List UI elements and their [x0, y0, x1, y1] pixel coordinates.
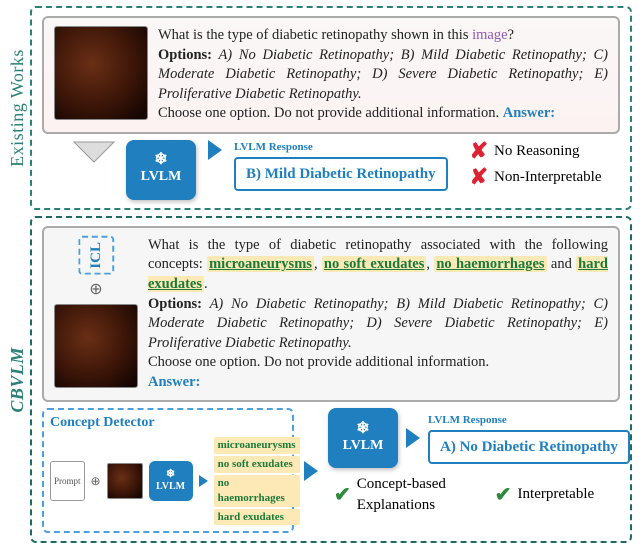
sep-and: and — [547, 256, 577, 272]
cbvlm-output: ❄ LVLM LVLM Response A) No Diabetic Reti… — [328, 408, 630, 533]
concept-out-4: hard exudates — [214, 509, 300, 526]
lvlm-block: ❄ LVLM — [126, 140, 196, 200]
lvlm-block-sm: ❄ LVLM — [149, 461, 193, 501]
answer-word: Answer: — [148, 374, 200, 390]
adv-2: ✔ Interpretable — [495, 474, 594, 515]
oplus-icon: ⊕ — [89, 279, 102, 301]
concept-output-row: Concept Detector Prompt ⊕ ❄ LVLM microan… — [42, 408, 620, 533]
adv-list: ✔ Concept-based Explanations ✔ Interpretab… — [334, 474, 630, 515]
snowflake-icon: ❄ — [356, 421, 369, 437]
concept-2: no soft exudates — [322, 256, 427, 272]
existing-works-panel: Existing Works What is the type of diabe… — [30, 6, 632, 210]
lvlm-label-sm: LVLM — [156, 480, 185, 494]
fundus-image-sm — [107, 463, 143, 499]
qtext-post: ? — [508, 27, 514, 43]
crit-list: ✘ No Reasoning ✘ Non-Interpretable — [470, 140, 602, 188]
existing-prompt-text: What is the type of diabetic retinopathy… — [158, 26, 608, 124]
lvlm-label: LVLM — [141, 168, 182, 187]
adv-2-text: Interpretable — [518, 484, 595, 504]
concept-out-1: microaneurysms — [214, 437, 300, 454]
response-column: LVLM Response A) No Diabetic Retinopathy — [428, 413, 630, 464]
crit-2-text: Non-Interpretable — [494, 167, 601, 187]
image-word: image — [472, 27, 507, 43]
concept-out-3: no haemorrhages — [214, 475, 300, 507]
instruction-text: Choose one option. Do not provide additi… — [158, 105, 503, 121]
right-arrow-icon — [304, 461, 318, 481]
fundus-image — [54, 26, 148, 120]
snowflake-icon: ❄ — [154, 152, 167, 168]
concept-3: no haemorrhages — [434, 256, 546, 272]
crit-1-text: No Reasoning — [494, 141, 579, 161]
adv-1-text: Concept-based Explanations — [357, 474, 477, 515]
response-column: LVLM Response B) Mild Diabetic Retinopat… — [234, 140, 448, 191]
fundus-image — [54, 304, 138, 388]
check-icon: ✔ — [334, 485, 351, 505]
x-icon: ✘ — [470, 140, 488, 162]
concept-detector-row: Prompt ⊕ ❄ LVLM microaneurysms no soft e… — [50, 437, 286, 525]
right-arrow-icon — [406, 428, 420, 448]
icl-column: ICL ⊕ — [54, 236, 138, 388]
qtext-pre: What is the type of diabetic retinopathy… — [158, 27, 472, 43]
snowflake-icon: ❄ — [166, 469, 175, 480]
oplus-icon: ⊕ — [91, 473, 101, 489]
cbvlm-prompt-box: ICL ⊕ What is the type of diabetic retin… — [42, 226, 620, 403]
response-label: LVLM Response — [234, 140, 448, 155]
concept-detector-title: Concept Detector — [50, 414, 286, 433]
response-label: LVLM Response — [428, 413, 630, 428]
icl-box: ICL — [78, 236, 114, 275]
concept-detector-box: Concept Detector Prompt ⊕ ❄ LVLM microan… — [42, 408, 294, 533]
prompt-mini: Prompt — [50, 461, 85, 501]
existing-works-label: Existing Works — [6, 8, 28, 208]
adv-1: ✔ Concept-based Explanations — [334, 474, 477, 515]
options-text: A) No Diabetic Retinopathy; B) Mild Diab… — [158, 47, 608, 102]
response-box: A) No Diabetic Retinopathy — [428, 430, 630, 464]
response-box: B) Mild Diabetic Retinopathy — [234, 157, 448, 191]
existing-output-row: ❄ LVLM LVLM Response B) Mild Diabetic Re… — [42, 140, 620, 200]
options-text: A) No Diabetic Retinopathy; B) Mild Diab… — [148, 296, 608, 351]
check-icon: ✔ — [495, 485, 512, 505]
answer-word: Answer: — [503, 105, 555, 121]
cbvlm-panel: CBVLM ICL ⊕ What is the type of diabetic… — [30, 216, 632, 543]
options-label: Options: — [158, 47, 212, 63]
cbvlm-prompt-text: What is the type of diabetic retinopathy… — [148, 236, 608, 393]
crit-2: ✘ Non-Interpretable — [470, 166, 602, 188]
right-arrow-icon — [199, 475, 208, 487]
lvlm-label: LVLM — [343, 437, 384, 456]
crit-1: ✘ No Reasoning — [470, 140, 602, 162]
period: . — [204, 276, 208, 292]
options-label: Options: — [148, 296, 202, 312]
right-arrow-icon — [208, 140, 222, 160]
x-icon: ✘ — [470, 166, 488, 188]
sep: , — [314, 256, 322, 272]
cbvlm-label: CBVLM — [6, 218, 28, 542]
concept-out-2: no soft exudates — [214, 456, 300, 473]
down-arrow-icon — [72, 140, 116, 164]
concept-list: microaneurysms no soft exudates no haemo… — [214, 437, 300, 525]
instruction-text: Choose one option. Do not provide additi… — [148, 354, 489, 370]
cbvlm-output-top: ❄ LVLM LVLM Response A) No Diabetic Reti… — [328, 408, 630, 468]
lvlm-block: ❄ LVLM — [328, 408, 398, 468]
existing-prompt-box: What is the type of diabetic retinopathy… — [42, 16, 620, 134]
concept-1: microaneurysms — [207, 256, 314, 272]
